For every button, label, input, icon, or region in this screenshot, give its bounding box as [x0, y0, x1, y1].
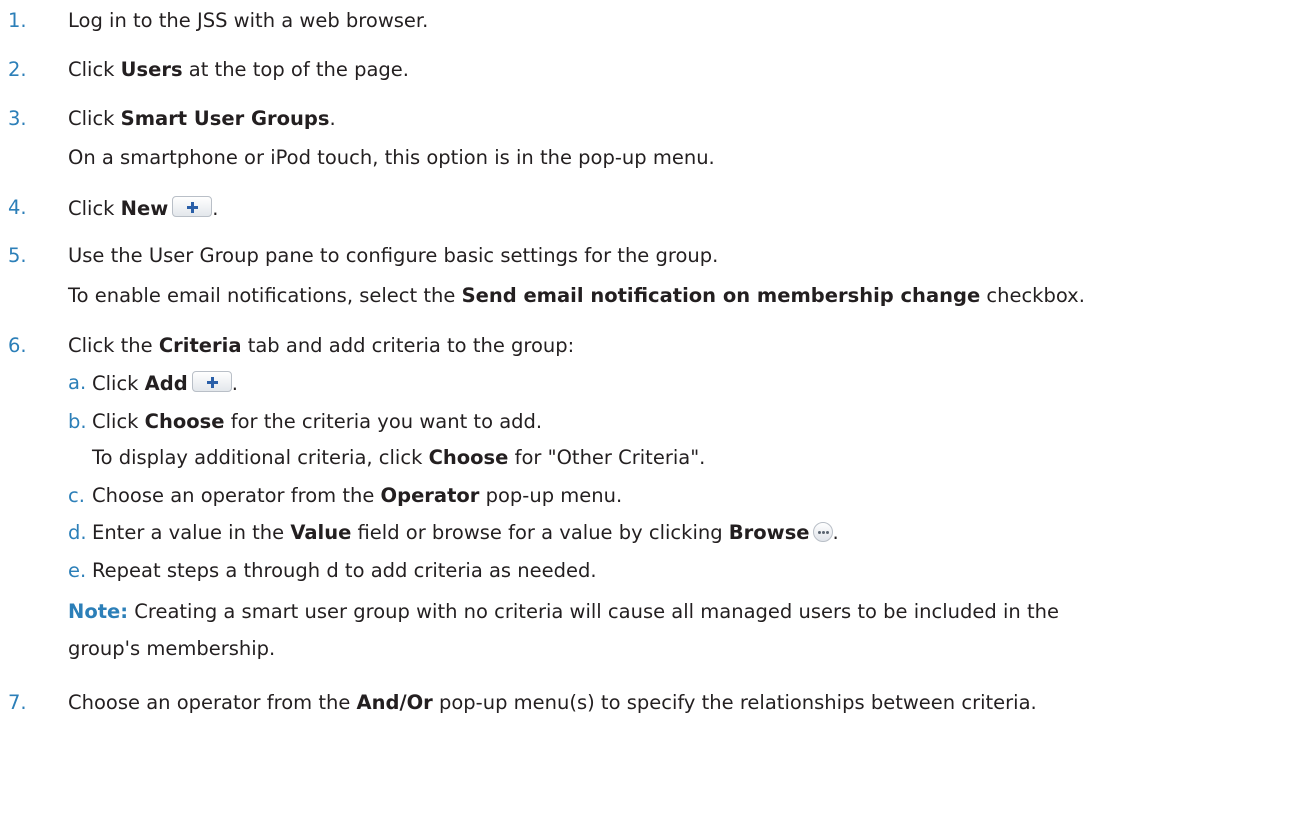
- text-segment: for the criteria you want to add.: [224, 410, 543, 433]
- note-continuation: group's membership.: [68, 637, 276, 660]
- substep-text: Choose an operator from the Operator pop…: [92, 484, 622, 507]
- step-number: 7.: [8, 691, 27, 714]
- ui-term: And/Or: [356, 691, 433, 714]
- ui-term: Operator: [380, 484, 480, 507]
- substep-text: Repeat steps a through d to add criteria…: [92, 559, 597, 582]
- text-segment: Click: [68, 197, 121, 220]
- ui-term: Choose: [144, 410, 225, 433]
- step-text: Log in to the JSS with a web browser.: [68, 9, 429, 32]
- text-segment: Click: [68, 58, 121, 81]
- substep-letter: e.: [68, 559, 87, 582]
- substep-b-note: To display additional criteria, click Ch…: [92, 446, 705, 469]
- note: Note: Creating a smart user group with n…: [68, 600, 1059, 623]
- substep-text: Enter a value in the Value field or brow…: [92, 521, 839, 544]
- ui-term: Add: [144, 372, 188, 395]
- text-segment: Click: [92, 372, 145, 395]
- ui-term: Send email notification on membership ch…: [461, 284, 981, 307]
- step-text: Click Users at the top of the page.: [68, 58, 409, 81]
- text-segment: .: [231, 372, 238, 395]
- note-text: Creating a smart user group with no crit…: [128, 600, 1059, 623]
- document-page: 1. Log in to the JSS with a web browser.…: [0, 0, 1294, 825]
- substep-text: Click Choose for the criteria you want t…: [92, 410, 542, 433]
- text-segment: pop-up menu(s) to specify the relationsh…: [432, 691, 1037, 714]
- substep-letter: d.: [68, 521, 87, 544]
- text-segment: Choose an operator from the: [92, 484, 381, 507]
- ui-term: Users: [120, 58, 183, 81]
- step-number: 5.: [8, 244, 27, 267]
- text-segment: checkbox.: [980, 284, 1085, 307]
- step-text: Click Smart User Groups.: [68, 107, 336, 130]
- text-segment: field or browse for a value by clicking: [351, 521, 729, 544]
- ui-term: Smart User Groups: [120, 107, 330, 130]
- text-segment: Click: [68, 107, 121, 130]
- text-segment: To display additional criteria, click: [92, 446, 429, 469]
- step-text: Click New.: [68, 196, 218, 220]
- text-segment: pop-up menu.: [479, 484, 623, 507]
- text-segment: .: [212, 197, 219, 220]
- ellipsis-icon: [812, 522, 833, 542]
- text-segment: Click: [92, 410, 145, 433]
- step-number: 4.: [8, 196, 27, 219]
- substep-text: Click Add.: [92, 371, 238, 395]
- substep-letter: a.: [68, 371, 87, 394]
- text-segment: .: [329, 107, 336, 130]
- step-5-note: To enable email notifications, select th…: [68, 284, 1085, 307]
- step-text: Choose an operator from the And/Or pop-u…: [68, 691, 1037, 714]
- text-segment: Enter a value in the: [92, 521, 291, 544]
- substep-letter: c.: [68, 484, 85, 507]
- plus-icon: [191, 371, 232, 392]
- step-3-note: On a smartphone or iPod touch, this opti…: [68, 146, 715, 169]
- ui-term: Browse: [728, 521, 810, 544]
- step-number: 2.: [8, 58, 27, 81]
- ui-term: Choose: [428, 446, 509, 469]
- text-segment: To enable email notifications, select th…: [68, 284, 462, 307]
- step-number: 3.: [8, 107, 27, 130]
- step-text: Click the Criteria tab and add criteria …: [68, 334, 574, 357]
- substep-letter: b.: [68, 410, 87, 433]
- plus-icon: [172, 196, 213, 217]
- step-number: 6.: [8, 334, 27, 357]
- step-number: 1.: [8, 9, 27, 32]
- note-label: Note:: [68, 600, 129, 623]
- step-text: Use the User Group pane to configure bas…: [68, 244, 719, 267]
- ui-term: New: [120, 197, 169, 220]
- text-segment: .: [832, 521, 839, 544]
- text-segment: tab and add criteria to the group:: [241, 334, 575, 357]
- text-segment: at the top of the page.: [182, 58, 410, 81]
- text-segment: Choose an operator from the: [68, 691, 357, 714]
- ui-term: Value: [290, 521, 352, 544]
- ui-term: Criteria: [158, 334, 242, 357]
- text-segment: Click the: [68, 334, 159, 357]
- text-segment: for "Other Criteria".: [508, 446, 706, 469]
